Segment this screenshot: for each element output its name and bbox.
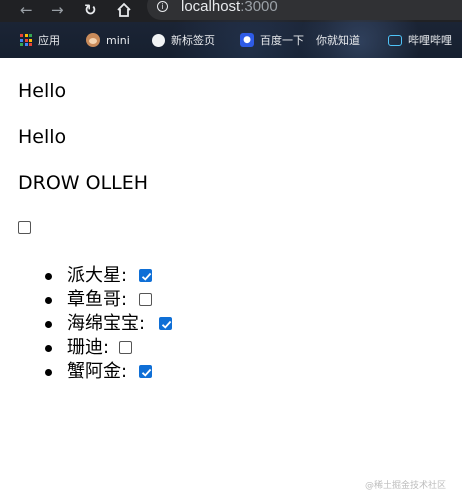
address-bar[interactable]: i localhost:3000 <box>147 0 462 20</box>
page-content: Hello Hello DROW OLLEH 派大星: 章鱼哥: 海绵宝宝: 珊… <box>0 58 462 504</box>
bullet-icon <box>45 369 52 376</box>
info-icon[interactable]: i <box>157 1 168 12</box>
list-item: 海绵宝宝: <box>0 312 462 336</box>
bullet-icon <box>45 273 52 280</box>
list-item: 蟹阿金: <box>0 360 462 384</box>
hello-text-2: Hello <box>18 126 67 148</box>
bookmark-label: 百度一下 <box>260 34 304 47</box>
todo-label-text: 章鱼哥: <box>67 289 128 310</box>
apps-grid-icon <box>20 34 32 46</box>
todo-list: 派大星: 章鱼哥: 海绵宝宝: 珊迪: 蟹阿金: <box>0 264 462 384</box>
bullet-icon <box>45 321 52 328</box>
bookmark-apps[interactable]: 应用 <box>20 30 60 50</box>
url-host: localhost <box>181 0 241 15</box>
browser-toolbar: ← → ↻ i localhost:3000 <box>0 0 462 22</box>
url-port: :3000 <box>240 0 278 15</box>
todo-checkbox[interactable] <box>159 317 172 330</box>
todo-label-text: 蟹阿金: <box>67 361 128 382</box>
bookmark-mini[interactable]: mini <box>86 30 130 50</box>
todo-checkbox[interactable] <box>139 365 152 378</box>
url-text[interactable]: localhost:3000 <box>181 0 278 15</box>
todo-label-text: 海绵宝宝: <box>67 313 146 334</box>
list-item: 章鱼哥: <box>0 288 462 312</box>
reload-icon[interactable]: ↻ <box>84 0 97 20</box>
home-icon[interactable] <box>116 0 132 23</box>
bullet-icon <box>45 345 52 352</box>
forward-arrow-icon[interactable]: → <box>51 0 64 20</box>
bookmarks-bar: 应用 mini 新标签页 ● 百度一下 你就知道 哔哩哔哩 <box>0 28 462 52</box>
todo-checkbox[interactable] <box>119 341 132 354</box>
bullet-icon <box>45 297 52 304</box>
todo-label: 珊迪: <box>67 336 109 360</box>
back-arrow-icon[interactable]: ← <box>20 0 33 20</box>
bookmark-label: 新标签页 <box>171 34 215 47</box>
bookmark-bilibili[interactable]: 哔哩哔哩 <box>388 30 452 50</box>
toggle-all-checkbox[interactable] <box>18 221 31 234</box>
todo-label: 派大星: <box>67 264 127 288</box>
watermark: @稀土掘金技术社区 <box>365 481 447 491</box>
list-item: 派大星: <box>0 264 462 288</box>
bookmark-new-tab[interactable]: 新标签页 <box>152 30 215 50</box>
todo-label: 蟹阿金: <box>67 360 127 384</box>
bilibili-icon <box>388 34 402 46</box>
bookmark-label: mini <box>106 33 130 47</box>
todo-label-text: 珊迪: <box>67 337 110 358</box>
todo-checkbox[interactable] <box>139 293 152 306</box>
bookmark-label: 你就知道 <box>316 34 360 47</box>
todo-checkbox[interactable] <box>139 269 152 282</box>
bookmark-baidu[interactable]: ● 百度一下 <box>240 30 304 50</box>
new-tab-icon <box>152 33 165 47</box>
browser-chrome: ← → ↻ i localhost:3000 应用 mini 新标签页 ● 百度… <box>0 0 462 58</box>
bookmark-label: 哔哩哔哩 <box>408 34 452 47</box>
monkey-icon <box>86 33 100 47</box>
bookmark-label: 应用 <box>38 34 60 47</box>
todo-label: 海绵宝宝: <box>67 312 145 336</box>
hello-text-1: Hello <box>18 80 67 102</box>
list-item: 珊迪: <box>0 336 462 360</box>
todo-label: 章鱼哥: <box>67 288 127 312</box>
reversed-text: DROW OLLEH <box>18 172 149 194</box>
bookmark-zhihu[interactable]: 你就知道 <box>316 30 360 50</box>
baidu-icon: ● <box>240 33 254 47</box>
todo-label-text: 派大星: <box>67 265 128 286</box>
